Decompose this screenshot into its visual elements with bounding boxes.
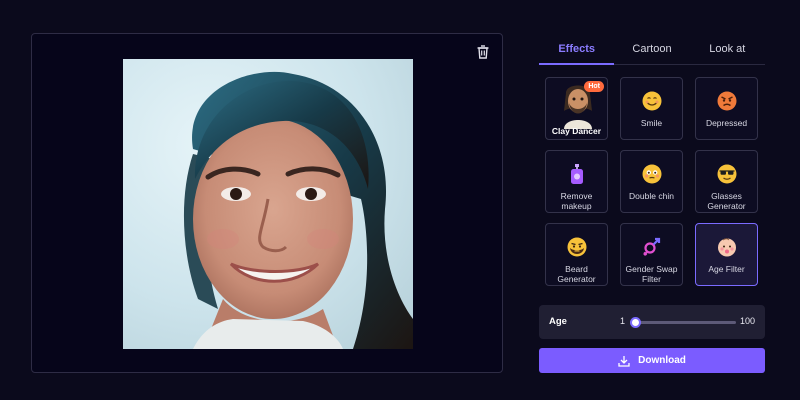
smiling-face-icon: [642, 91, 661, 111]
effect-label: Gender Swap Filter: [625, 264, 678, 284]
tab-look-at[interactable]: Look at: [690, 34, 765, 64]
effect-double-chin[interactable]: Double chin: [620, 150, 683, 213]
effect-remove-makeup[interactable]: Remove makeup: [545, 150, 608, 213]
effect-smile[interactable]: Smile: [620, 77, 683, 140]
preview-panel: [31, 33, 503, 373]
age-slider-thumb[interactable]: [630, 317, 642, 328]
makeup-remover-icon: [570, 164, 583, 184]
effect-label: Remove makeup: [560, 191, 593, 211]
tab-effects[interactable]: Effects: [539, 34, 615, 65]
angry-face-icon: [717, 91, 736, 111]
age-max-value: 100: [740, 316, 756, 326]
effect-clay-dancer[interactable]: Hot Clay Dancer: [545, 77, 608, 140]
sunglasses-face-icon: [717, 164, 736, 184]
effect-label: Clay Dancer: [551, 126, 602, 136]
age-slider-track[interactable]: [630, 317, 736, 328]
age-min-value: 1: [620, 316, 626, 326]
effect-age-filter[interactable]: Age Filter: [695, 223, 758, 286]
effect-label: Beard Generator: [557, 264, 596, 284]
effect-beard-generator[interactable]: Beard Generator: [545, 223, 608, 286]
effect-label: Double chin: [629, 191, 674, 201]
baby-face-icon: [717, 238, 736, 257]
tab-cartoon[interactable]: Cartoon: [614, 34, 689, 64]
download-label: Download: [638, 355, 686, 366]
download-button[interactable]: Download: [539, 348, 765, 373]
effect-label: Age Filter: [708, 264, 745, 274]
effect-label: Smile: [640, 118, 663, 128]
hot-badge: Hot: [584, 81, 604, 92]
effect-label: Glasses Generator: [707, 191, 746, 211]
effect-depressed[interactable]: Depressed: [695, 77, 758, 140]
age-label: Age: [549, 316, 567, 327]
download-icon: [618, 355, 630, 367]
effect-gender-swap-filter[interactable]: Gender Swap Filter: [620, 223, 683, 286]
beard-face-icon: [567, 237, 586, 257]
effect-label: Depressed: [705, 118, 748, 128]
gender-symbol-icon: [642, 237, 660, 256]
effect-tabs: Effects Cartoon Look at: [539, 34, 765, 65]
flushed-face-icon: [642, 164, 661, 184]
trash-icon[interactable]: [474, 43, 492, 61]
effect-glasses-generator[interactable]: Glasses Generator: [695, 150, 758, 213]
age-slider-panel: Age 1 100: [539, 305, 765, 339]
face-photo: [123, 59, 413, 349]
